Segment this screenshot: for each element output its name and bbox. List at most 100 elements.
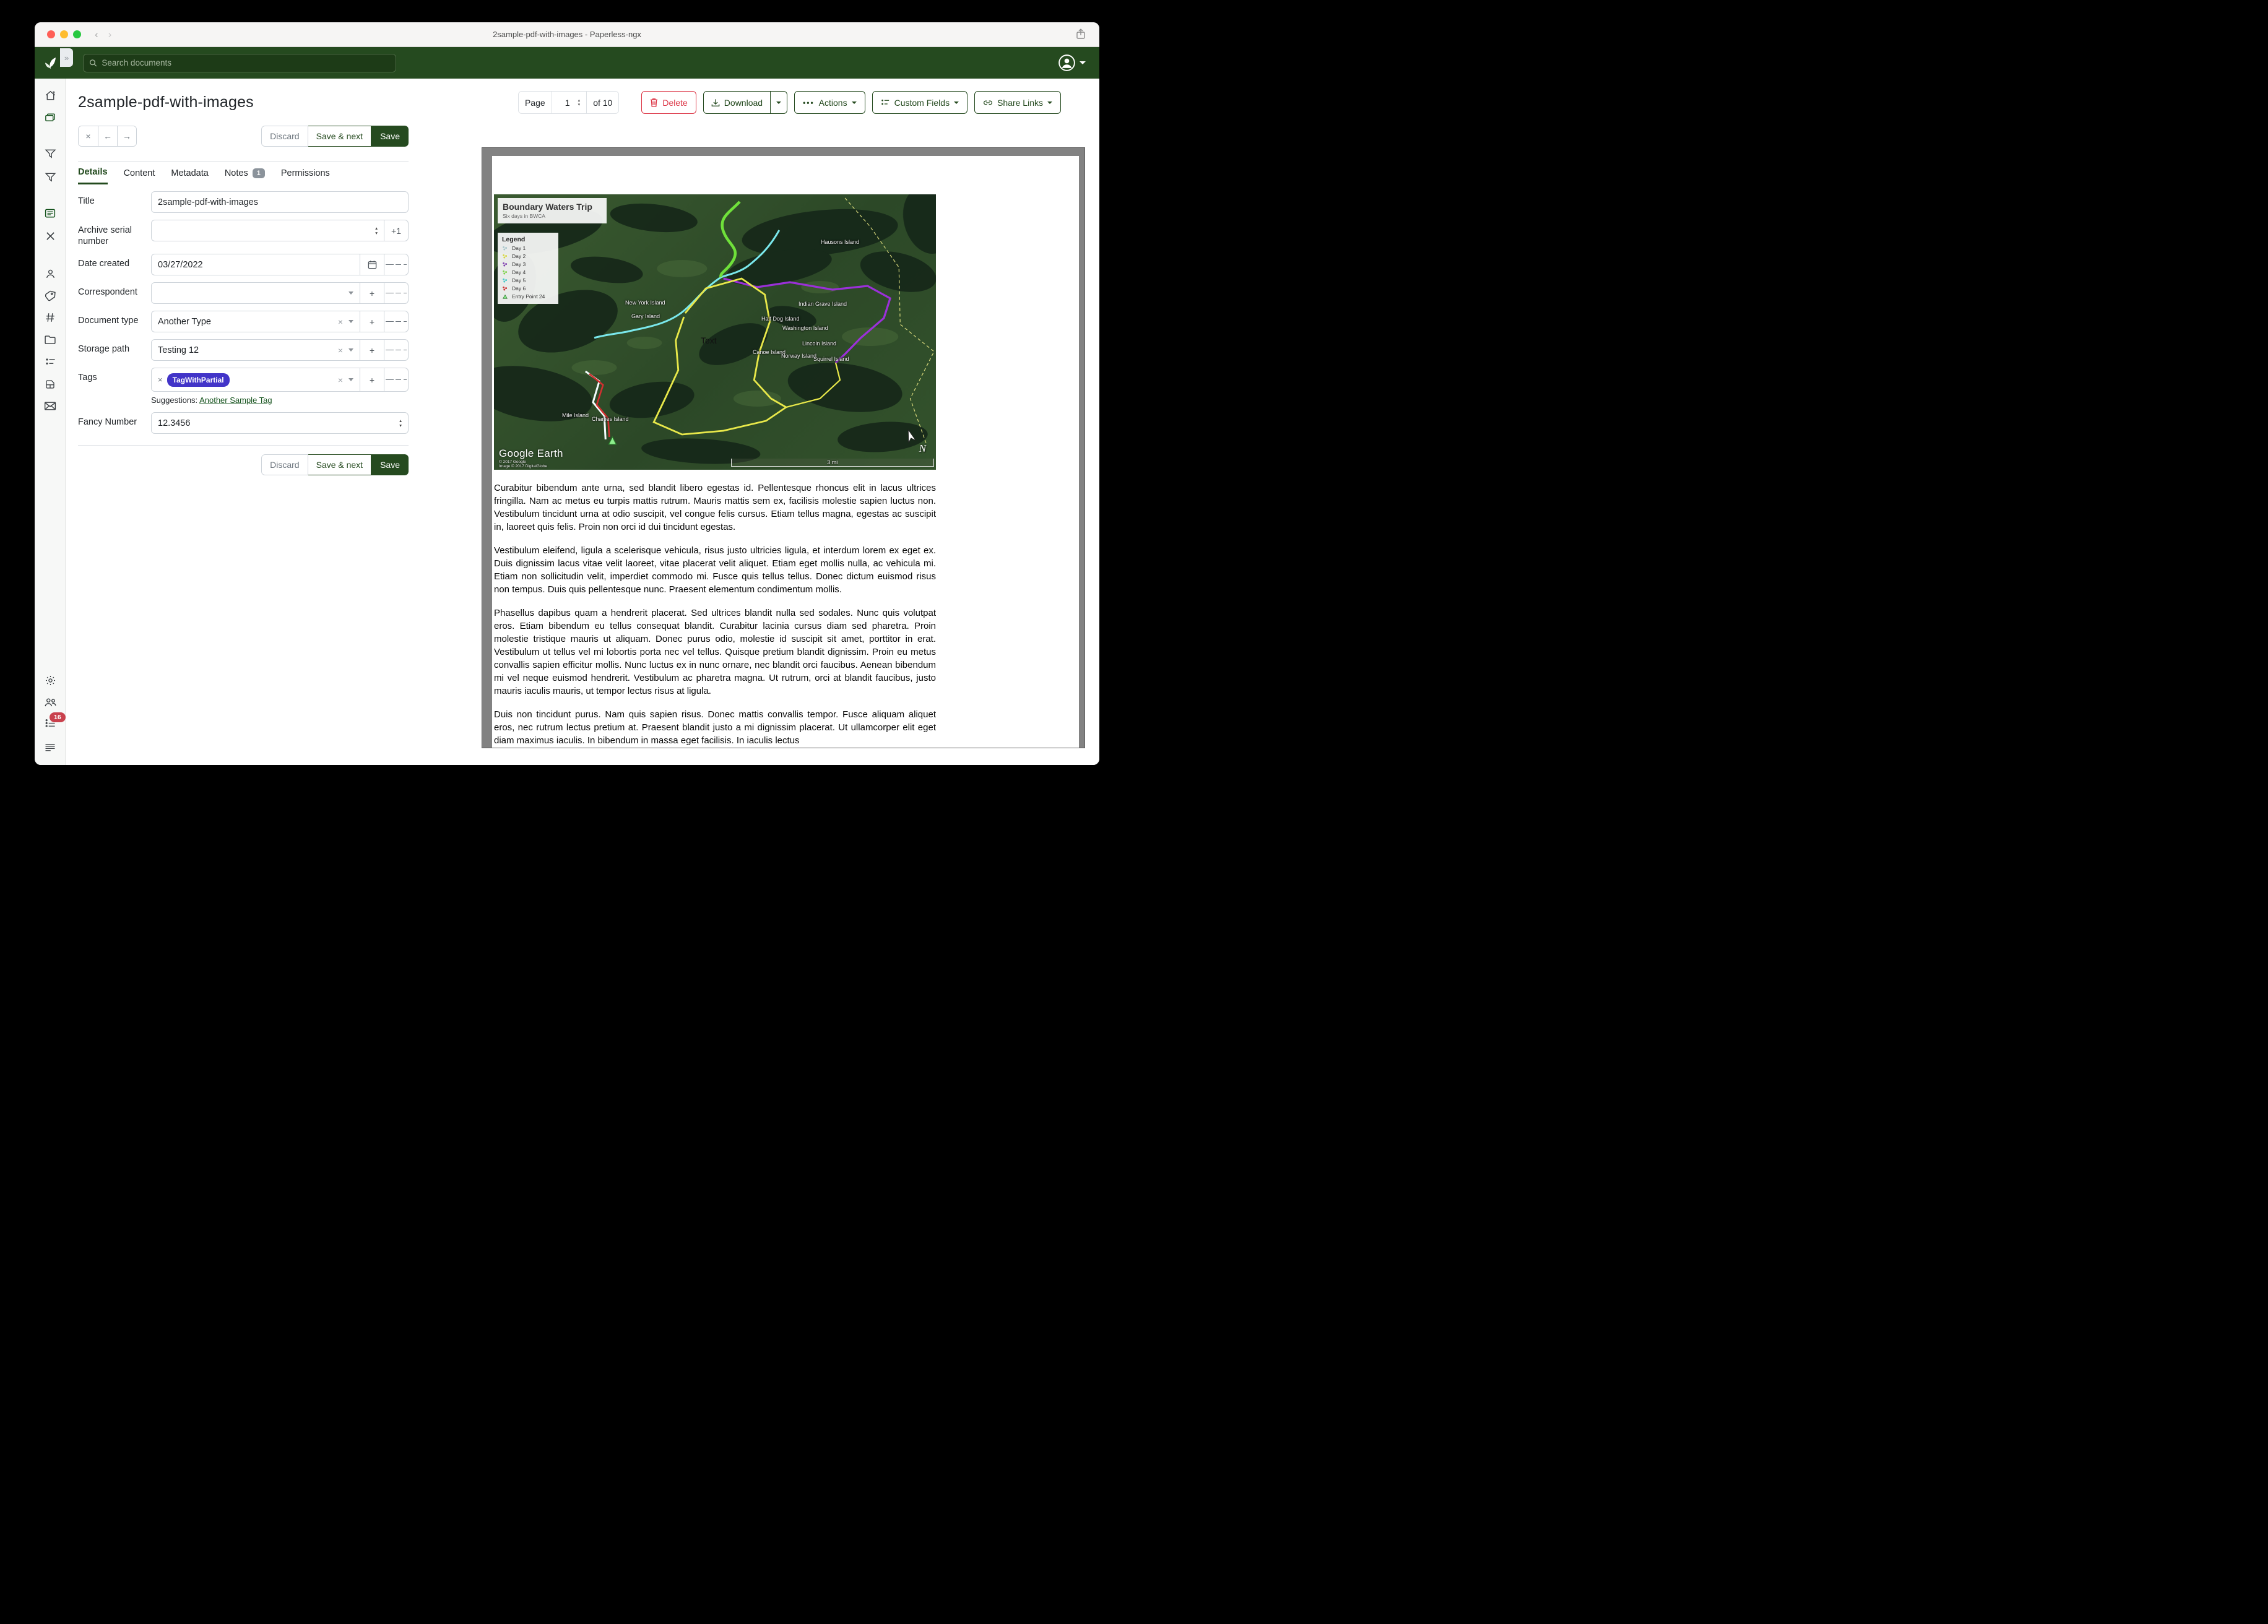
sidebar-item-saved-view-2[interactable] bbox=[35, 172, 66, 183]
tab-metadata[interactable]: Metadata bbox=[171, 167, 208, 184]
sidebar-item-open-document[interactable] bbox=[35, 208, 66, 219]
next-document-button[interactable]: → bbox=[117, 126, 136, 146]
asn-input[interactable] bbox=[158, 226, 375, 236]
tab-details[interactable]: Details bbox=[78, 167, 108, 184]
date-filter-button[interactable] bbox=[384, 254, 409, 275]
sidebar-item-correspondents[interactable] bbox=[35, 268, 66, 280]
calendar-icon bbox=[368, 260, 377, 269]
stepper-arrows-icon[interactable]: ▴▾ bbox=[578, 98, 581, 107]
save-and-next-button[interactable]: Save & next bbox=[308, 454, 372, 475]
actions-button[interactable]: ••• Actions bbox=[794, 91, 865, 114]
map-image: Boundary Waters Trip Six days in BWCA Le… bbox=[494, 194, 936, 470]
clear-icon[interactable]: × bbox=[338, 317, 343, 327]
discard-button[interactable]: Discard bbox=[261, 126, 308, 147]
search-icon bbox=[89, 59, 97, 67]
fancy-number-input[interactable] bbox=[158, 418, 399, 428]
sidebar-item-documents[interactable] bbox=[35, 112, 66, 124]
sidebar-item-storage-paths[interactable] bbox=[35, 334, 66, 345]
sidebar-item-dashboard[interactable] bbox=[35, 90, 66, 102]
stepper-arrows-icon[interactable]: ▴▾ bbox=[399, 418, 402, 428]
storage-path-filter-button[interactable] bbox=[384, 339, 409, 361]
chevron-down-icon[interactable] bbox=[348, 348, 353, 352]
macos-titlebar: ‹ › 2sample-pdf-with-images - Paperless-… bbox=[35, 22, 1099, 47]
sidebar-item-file-tasks[interactable] bbox=[35, 379, 66, 390]
date-created-input[interactable] bbox=[158, 260, 353, 270]
remove-tag-icon[interactable]: × bbox=[158, 375, 163, 384]
sidebar-item-settings[interactable] bbox=[35, 675, 66, 686]
share-links-button[interactable]: Share Links bbox=[974, 91, 1061, 114]
asn-plus-one-button[interactable]: +1 bbox=[384, 220, 409, 241]
tag-pill[interactable]: TagWithPartial bbox=[167, 373, 230, 387]
app-window: ‹ › 2sample-pdf-with-images - Paperless-… bbox=[35, 22, 1099, 765]
suggested-tag-link[interactable]: Another Sample Tag bbox=[199, 395, 272, 405]
document-type-filter-button[interactable] bbox=[384, 311, 409, 332]
avatar-icon bbox=[1058, 54, 1075, 71]
sidebar-item-tags[interactable] bbox=[35, 290, 66, 302]
legend-item: Day 4 bbox=[502, 269, 554, 275]
page-number-input[interactable] bbox=[558, 98, 577, 108]
island-label: New York Island bbox=[625, 300, 665, 306]
share-icon[interactable] bbox=[1076, 28, 1086, 43]
divider bbox=[78, 161, 409, 162]
field-fancy-number: Fancy Number ▴▾ bbox=[78, 412, 409, 434]
delete-button[interactable]: Delete bbox=[641, 91, 696, 114]
user-menu[interactable] bbox=[1058, 54, 1086, 71]
field-date-created: Date created bbox=[78, 254, 409, 275]
document-tabs: Details Content Metadata Notes1 Permissi… bbox=[78, 167, 330, 184]
tags-select[interactable]: × TagWithPartial × bbox=[151, 368, 360, 392]
tags-filter-button[interactable] bbox=[384, 368, 409, 392]
title-input[interactable] bbox=[158, 197, 402, 207]
field-correspondent: Correspondent + bbox=[78, 282, 409, 304]
sidebar-item-archive-serial[interactable] bbox=[35, 312, 66, 323]
add-document-type-button[interactable]: + bbox=[360, 311, 384, 332]
sidebar-item-saved-view-1[interactable] bbox=[35, 149, 66, 159]
page-number-stepper[interactable]: ▴▾ bbox=[552, 92, 587, 113]
tab-permissions[interactable]: Permissions bbox=[281, 167, 330, 184]
close-editor-button[interactable]: × bbox=[79, 126, 98, 146]
download-options-button[interactable] bbox=[770, 92, 787, 113]
clear-icon[interactable]: × bbox=[338, 375, 343, 385]
tab-notes[interactable]: Notes1 bbox=[225, 167, 265, 184]
discard-button[interactable]: Discard bbox=[261, 454, 308, 475]
close-document-icon[interactable] bbox=[35, 231, 66, 241]
sidebar-item-tasks[interactable]: 16 bbox=[35, 718, 66, 728]
notes-count-badge: 1 bbox=[253, 168, 265, 178]
main-content: 2sample-pdf-with-images Page ▴▾ of 10 De… bbox=[66, 79, 1099, 765]
custom-fields-button[interactable]: Custom Fields bbox=[872, 91, 967, 114]
previous-document-button[interactable]: ← bbox=[98, 126, 117, 146]
download-button[interactable]: Download bbox=[704, 92, 770, 113]
sidebar-item-mail[interactable] bbox=[35, 401, 66, 411]
sidebar-expand-button[interactable]: » bbox=[60, 48, 73, 67]
map-title: Boundary Waters Trip bbox=[503, 202, 602, 212]
correspondent-select[interactable] bbox=[151, 282, 360, 304]
save-button[interactable]: Save bbox=[371, 126, 409, 147]
save-and-next-button[interactable]: Save & next bbox=[308, 126, 372, 147]
add-tag-button[interactable]: + bbox=[360, 368, 384, 392]
correspondent-filter-button[interactable] bbox=[384, 282, 409, 304]
chevron-down-icon[interactable] bbox=[348, 378, 353, 381]
sidebar-item-users-groups[interactable] bbox=[35, 697, 66, 708]
island-label: Gary Island bbox=[631, 313, 660, 319]
north-label: N bbox=[919, 443, 926, 455]
sidebar-item-custom-fields[interactable] bbox=[35, 356, 66, 367]
add-storage-path-button[interactable]: + bbox=[360, 339, 384, 361]
field-tags: Tags × TagWithPartial × + bbox=[78, 368, 409, 392]
chevron-down-icon[interactable] bbox=[348, 320, 353, 323]
document-type-select[interactable]: Another Type× bbox=[151, 311, 360, 332]
search-input[interactable] bbox=[102, 58, 390, 67]
add-correspondent-button[interactable]: + bbox=[360, 282, 384, 304]
page-title: 2sample-pdf-with-images bbox=[78, 93, 254, 111]
storage-path-select[interactable]: Testing 12× bbox=[151, 339, 360, 361]
calendar-button[interactable] bbox=[360, 254, 384, 275]
chevron-down-icon[interactable] bbox=[348, 292, 353, 295]
clear-icon[interactable]: × bbox=[338, 345, 343, 355]
save-button[interactable]: Save bbox=[371, 454, 409, 475]
sidebar-item-logs[interactable] bbox=[35, 743, 66, 752]
dots-icon: ••• bbox=[803, 98, 815, 107]
pdf-preview[interactable]: Boundary Waters Trip Six days in BWCA Le… bbox=[482, 147, 1085, 748]
global-search[interactable] bbox=[83, 54, 396, 72]
stepper-arrows-icon[interactable]: ▴▾ bbox=[375, 226, 378, 235]
tab-content[interactable]: Content bbox=[124, 167, 155, 184]
legend-item: Day 6 bbox=[502, 285, 554, 292]
island-label: Squirrel Island bbox=[813, 356, 849, 362]
